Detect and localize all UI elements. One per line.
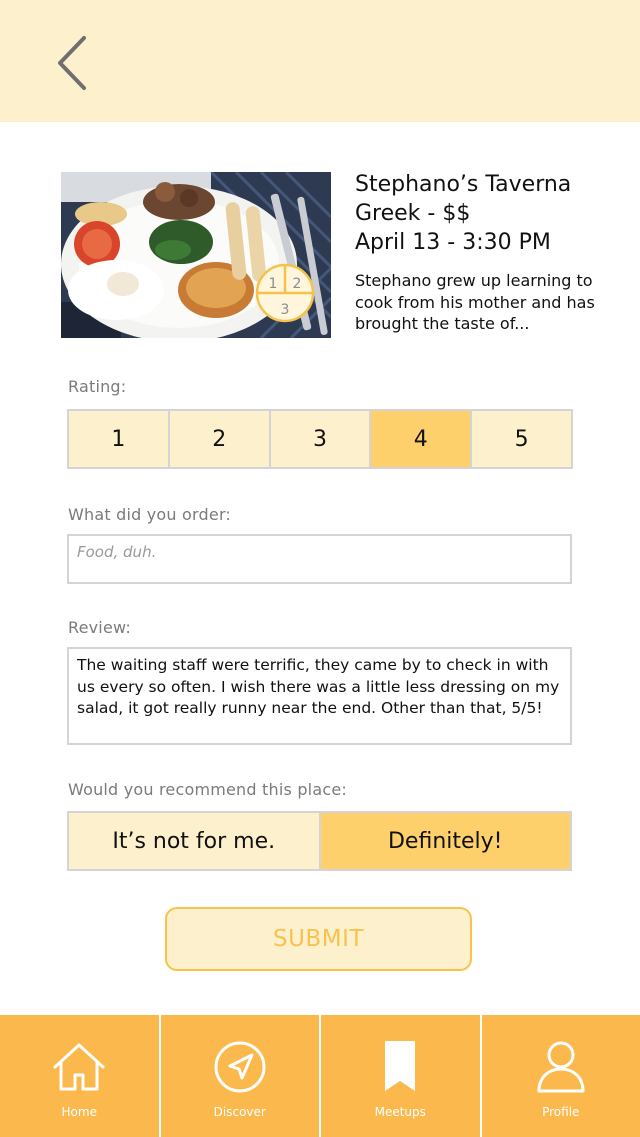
tab-profile[interactable]: Profile [482,1015,640,1137]
bottom-tab-bar: Home Discover Meetups Profile [0,1015,640,1137]
tab-discover-label: Discover [213,1105,266,1119]
order-input[interactable] [69,536,570,582]
recommend-label: Would you recommend this place: [68,780,347,799]
recommend-no-button[interactable]: It’s not for me. [69,813,321,869]
rating-label: Rating: [68,377,127,396]
tab-profile-label: Profile [542,1105,580,1119]
meetup-datetime: April 13 - 3:30 PM [355,230,551,255]
review-textarea[interactable]: The waiting staff were terrific, they ca… [67,647,572,745]
tab-meetups[interactable]: Meetups [321,1015,482,1137]
svg-text:1: 1 [269,276,278,292]
restaurant-description: Stephano grew up learning to cook from h… [355,271,595,333]
rating-option-3[interactable]: 3 [270,411,372,467]
back-button[interactable] [46,30,102,96]
submit-button[interactable]: SUBMIT [165,907,472,971]
compass-icon [214,1041,266,1093]
cuisine-price: Greek - $$ [355,201,471,226]
tab-meetups-label: Meetups [374,1105,426,1119]
recommend-selector: It’s not for me. Definitely! [67,811,572,871]
svg-text:2: 2 [293,276,302,292]
tab-home-label: Home [61,1105,97,1119]
review-label: Review: [68,618,132,637]
recommend-yes-button[interactable]: Definitely! [320,813,570,869]
rating-option-5[interactable]: 5 [472,411,571,467]
person-icon [537,1041,585,1093]
rating-option-4[interactable]: 4 [371,411,473,467]
order-field [67,534,572,584]
header-bar [0,0,640,122]
restaurant-photo: 1 2 3 [61,172,331,338]
rating-selector: 1 2 3 4 5 [67,409,573,469]
rating-option-2[interactable]: 2 [169,411,271,467]
order-label: What did you order: [68,505,232,524]
chevron-left-icon [58,36,86,90]
tab-discover[interactable]: Discover [161,1015,321,1137]
home-icon [53,1043,105,1091]
svg-text:3: 3 [281,302,290,318]
tab-home[interactable]: Home [0,1015,161,1137]
rating-option-1[interactable]: 1 [69,411,170,467]
bookmark-icon [385,1041,416,1091]
restaurant-name: Stephano’s Taverna [355,172,572,197]
restaurant-info: Stephano’s Taverna Greek - $$ April 13 -… [355,170,615,335]
